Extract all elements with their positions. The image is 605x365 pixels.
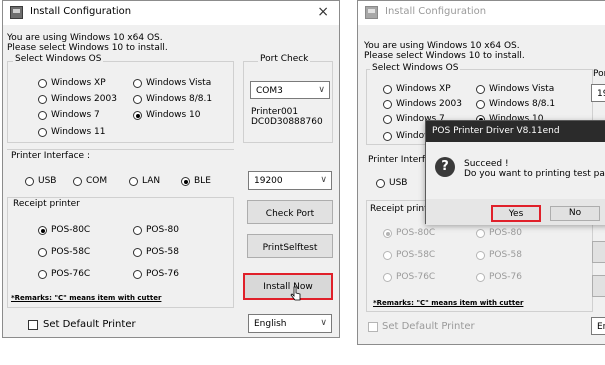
- dialog-message-line-1: Succeed !: [464, 159, 509, 169]
- title-bar: Install Configuration: [358, 1, 605, 25]
- default-printer-label: Set Default Printer: [382, 321, 475, 332]
- yes-button[interactable]: Yes: [491, 205, 541, 222]
- check-port-button[interactable]: Check Port: [247, 200, 333, 224]
- close-icon[interactable]: ×: [317, 4, 329, 20]
- mouse-cursor-icon: [290, 286, 302, 305]
- port-check-label: Port Check: [258, 54, 311, 64]
- interface-divider: [7, 149, 234, 150]
- side-button-1[interactable]: [592, 241, 605, 263]
- print-selftest-button[interactable]: PrintSelftest: [247, 234, 333, 258]
- app-icon: [365, 6, 378, 19]
- dialog-message-line-2: Do you want to printing test page?: [464, 169, 605, 179]
- install-now-button[interactable]: Install Now: [243, 273, 333, 300]
- default-printer-checkbox[interactable]: [368, 322, 378, 332]
- os-group-label: Select Windows OS: [13, 54, 104, 64]
- window-title: Install Configuration: [30, 6, 132, 17]
- chevron-down-icon: ∨: [320, 175, 327, 185]
- printer-name: Printer001: [251, 107, 299, 117]
- os-info-line-2: Please select Windows 10 to install.: [7, 43, 168, 53]
- remarks-text: *Remarks: "C" means item with cutter: [11, 294, 162, 302]
- printer-mac: DC0D30888760: [251, 117, 323, 127]
- title-bar: Install Configuration ×: [3, 1, 339, 25]
- default-printer-checkbox[interactable]: [28, 320, 38, 330]
- app-icon: [10, 6, 23, 19]
- confirm-dialog: POS Printer Driver V8.11end ? Succeed ! …: [425, 120, 605, 225]
- port-select[interactable]: 192: [591, 84, 605, 102]
- port-select[interactable]: COM3 ∨: [250, 81, 330, 99]
- no-button[interactable]: No: [550, 206, 600, 221]
- default-printer-label: Set Default Printer: [43, 319, 136, 330]
- port-check-label: Por: [593, 69, 605, 79]
- side-button-2[interactable]: [592, 275, 605, 297]
- dialog-title: POS Printer Driver V8.11end: [432, 126, 560, 136]
- port-check-group: [243, 61, 333, 143]
- baud-select[interactable]: 19200 ∨: [248, 171, 332, 190]
- receipt-group-label: Receipt printer: [11, 199, 82, 209]
- remarks-text: *Remarks: "C" means item with cutter: [373, 299, 524, 307]
- os-info-line-1: You are using Windows 10 x64 OS.: [364, 41, 520, 51]
- window-title: Install Configuration: [385, 6, 487, 17]
- chevron-down-icon: ∨: [318, 85, 325, 95]
- language-select[interactable]: Eng: [591, 317, 605, 335]
- chevron-down-icon: ∨: [320, 318, 327, 328]
- os-info-line-2: Please select Windows 10 to install.: [364, 51, 525, 61]
- interface-label: Printer Interface :: [11, 151, 90, 161]
- dialog-title-bar: POS Printer Driver V8.11end: [426, 121, 605, 142]
- os-group-label: Select Windows OS: [370, 63, 461, 73]
- os-info-line-1: You are using Windows 10 x64 OS.: [7, 33, 163, 43]
- install-config-window: Install Configuration × You are using Wi…: [2, 0, 340, 338]
- language-select[interactable]: English ∨: [248, 314, 332, 333]
- question-icon: ?: [435, 157, 455, 177]
